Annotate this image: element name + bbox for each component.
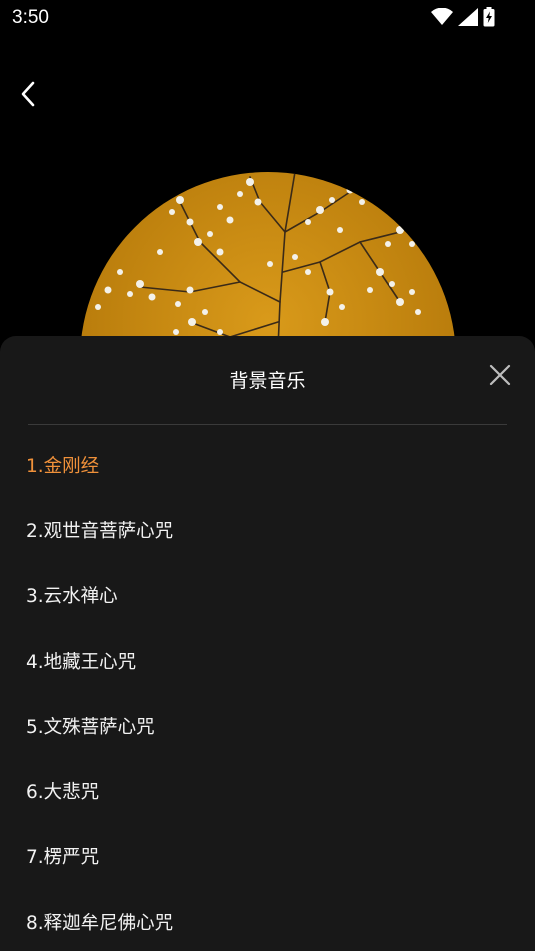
track-item[interactable]: 6.大悲咒: [0, 758, 535, 823]
status-icons: [431, 7, 495, 27]
screen: 3:50 背景音乐 1.金刚经 2.观世音菩萨心咒 3.云水禅心 4.地藏王心咒…: [0, 0, 535, 951]
track-item[interactable]: 3.云水禅心: [0, 563, 535, 628]
status-time: 3:50: [12, 7, 49, 28]
battery-charging-icon: [483, 7, 495, 27]
back-button[interactable]: [10, 76, 46, 112]
track-item[interactable]: 5.文殊菩萨心咒: [0, 693, 535, 758]
close-button[interactable]: [485, 360, 515, 390]
close-icon: [489, 364, 511, 386]
signal-icon: [458, 8, 478, 26]
track-item[interactable]: 2.观世音菩萨心咒: [0, 497, 535, 562]
track-item[interactable]: 7.楞严咒: [0, 824, 535, 889]
wifi-icon: [431, 8, 453, 26]
divider: [28, 424, 507, 425]
sheet-title: 背景音乐: [229, 370, 306, 392]
background-music-sheet: 背景音乐 1.金刚经 2.观世音菩萨心咒 3.云水禅心 4.地藏王心咒 5.文殊…: [0, 336, 535, 951]
track-item[interactable]: 4.地藏王心咒: [0, 628, 535, 693]
track-item[interactable]: 1.金刚经: [0, 432, 535, 497]
track-list: 1.金刚经 2.观世音菩萨心咒 3.云水禅心 4.地藏王心咒 5.文殊菩萨心咒 …: [0, 432, 535, 951]
chevron-left-icon: [21, 81, 35, 107]
track-item[interactable]: 8.释迦牟尼佛心咒: [0, 889, 535, 951]
status-bar: 3:50: [0, 0, 535, 36]
